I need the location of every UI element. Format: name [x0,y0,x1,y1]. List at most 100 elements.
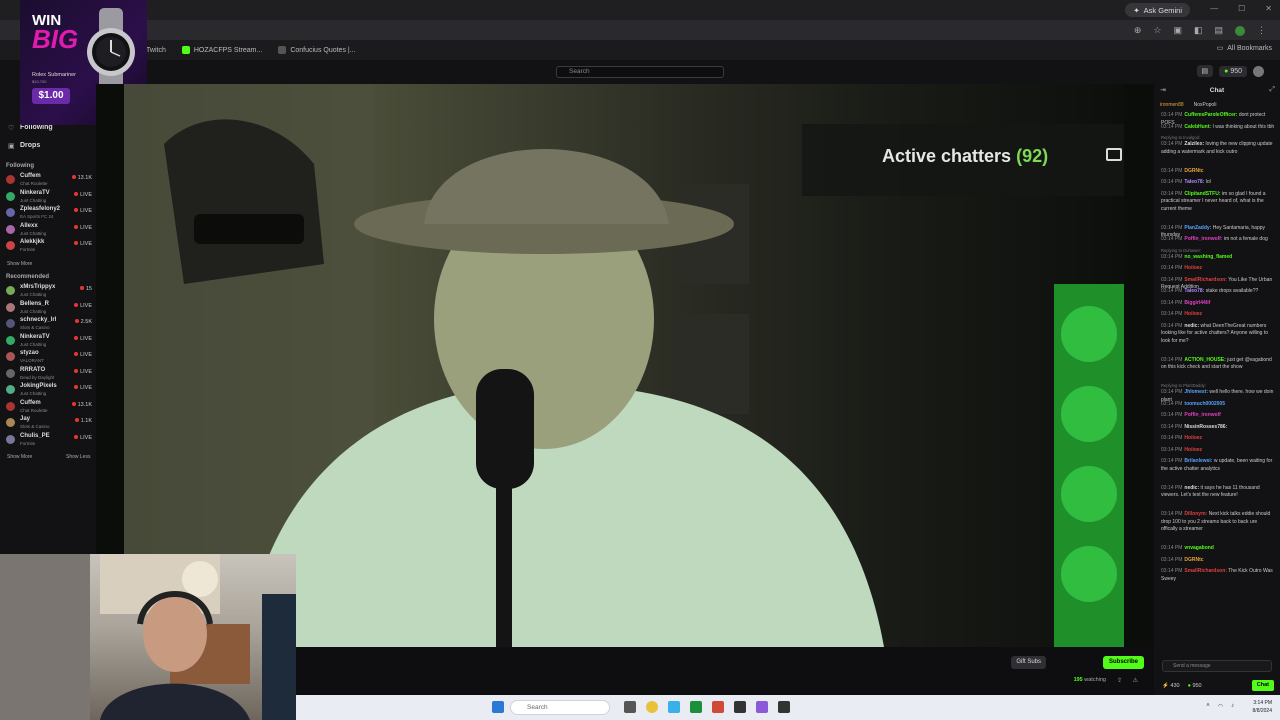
message-username[interactable]: Zalzilex: [1184,141,1204,147]
chrome-icon[interactable] [646,701,658,713]
channel-item[interactable]: NinkeraTV Just Chatting LIVE [6,334,92,350]
gift-subs-button[interactable]: Gift Subs [1011,656,1046,669]
message-username[interactable]: Biggirl44lif [1184,300,1210,306]
message-username[interactable]: Hoiioez [1184,447,1202,453]
share-icon[interactable]: ⇪ [1117,677,1122,684]
chat-message[interactable]: 03:14 PM Brilanlewsi: w update, been wait… [1161,458,1275,473]
chat-message[interactable]: 03:14 PM Poffin_ironwolf [1161,412,1275,420]
chat-input[interactable]: Send a message [1162,660,1272,672]
channel-item[interactable]: styzao VALORANT LIVE [6,350,92,366]
zoom-icon[interactable]: ⊕ [1134,25,1142,36]
chat-message[interactable]: 03:14 PM Biggirl44lif [1161,300,1275,308]
channel-item[interactable]: JokingPixels Just Chatting LIVE [6,383,92,399]
task-view-icon[interactable] [624,701,636,713]
chat-message[interactable]: 03:14 PM SmallRichardson: The Kick Outro … [1161,568,1275,583]
message-username[interactable]: nedic: [1184,323,1199,329]
chat-message[interactable]: 03:14 PM no_washing_flamed [1161,254,1275,262]
chat-message[interactable]: 03:14 PM ACTION_HOUSE: just get @vagabond… [1161,357,1275,372]
ask-gemini-button[interactable]: ✦ Ask Gemini [1125,3,1190,17]
bookmark-hozac[interactable]: HOZACFPS Stream... [181,46,262,54]
message-username[interactable]: CalebHunt: [1184,124,1211,130]
channel-item[interactable]: Chulis_PE Fortnite LIVE [6,433,92,449]
message-username[interactable]: DGRNtc [1184,168,1203,174]
bookmark-twitch[interactable]: Twitch [146,47,166,54]
warning-icon[interactable]: ⚠ [1133,677,1138,684]
close-icon[interactable]: ✕ [1265,4,1272,13]
chat-message[interactable]: 03:14 PM nedic: it says he has 11 thousan… [1161,485,1275,500]
points-badge[interactable]: ⚡ 430 [1162,683,1180,689]
chat-message[interactable]: 03:14 PM Dillonym: Next kick talks eddie … [1161,511,1275,534]
message-username[interactable]: vnvagabond [1184,545,1213,551]
message-username[interactable]: toomuch0002005 [1184,401,1225,407]
drops-link[interactable]: Drops [20,142,40,149]
app-icon-2[interactable] [712,701,724,713]
menu-icon[interactable]: ⋮ [1257,25,1266,36]
channel-item[interactable]: Cuffem Chat Roulette 13.1K [6,173,92,189]
message-username[interactable]: ACTION_HOUSE: [1184,357,1225,363]
channel-item[interactable]: Cuffem Chat Roulette 13.1K [6,400,92,416]
message-username[interactable]: NissinRosses786: [1184,424,1227,430]
pinned-user[interactable]: NoxPopoli [1194,102,1217,108]
volume-icon[interactable]: ♪ [1231,703,1234,710]
user-avatar[interactable] [1253,65,1264,77]
chat-send-button[interactable]: Chat [1251,680,1274,691]
channel-item[interactable]: RRRATO Dead by Daylight LIVE [6,367,92,383]
chat-message[interactable]: 03:14 PM vnvagabond [1161,545,1275,553]
chat-message[interactable]: 03:14 PM Hoiioez [1161,447,1275,455]
balance-badge[interactable]: ● 950 [1219,65,1247,77]
message-username[interactable]: Taleo78: [1184,288,1204,294]
channel-item[interactable]: Alekkjkk Fortnite LIVE [6,239,92,255]
channel-item[interactable]: Jay Slots & Casino 1.1K [6,416,92,432]
star-icon[interactable]: ☆ [1153,25,1161,36]
chat-message[interactable]: 03:14 PM Poffin_ironwolf: im not a female… [1161,236,1275,244]
chat-message[interactable]: 03:14 PM Zalzilex: loving the new clippin… [1161,141,1275,156]
message-username[interactable]: Hoiioez [1184,435,1202,441]
channel-item[interactable]: xMrsTrippyx Just Chatting 15 [6,284,92,300]
message-username[interactable]: Brilanlewsi: [1184,458,1212,464]
ad-price-button[interactable]: $1.00 [32,88,70,104]
channel-item[interactable]: Allexx Just Chatting LIVE [6,223,92,239]
chat-message[interactable]: 03:14 PM Hoiioez [1161,265,1275,273]
coins-badge[interactable]: ● 950 [1188,683,1202,689]
chat-message[interactable]: 03:14 PM nedic: what DeenTheGreat numbers… [1161,323,1275,346]
start-icon[interactable] [492,701,504,713]
message-username[interactable]: no_washing_flamed [1184,254,1232,260]
search-input[interactable]: Search [556,66,724,78]
message-username[interactable]: DGRNtc [1184,557,1203,563]
following-link[interactable]: Following [20,124,53,131]
message-username[interactable]: CuffemsParoleOfficer: [1184,112,1237,118]
message-username[interactable]: Poffin_ironwolf: [1184,236,1222,242]
channel-item[interactable]: Bellens_R Just Chatting LIVE [6,301,92,317]
minimize-icon[interactable]: — [1210,4,1218,13]
chevron-up-icon[interactable]: ˄ [1206,703,1210,710]
chat-message[interactable]: 03:14 PM Taleo78: stake drops available?? [1161,288,1275,296]
channel-item[interactable]: schnecky_lrl Slots & Casino 2.5K [6,317,92,333]
channel-item[interactable]: NinkeraTV Just Chatting LIVE [6,190,92,206]
subscribe-button[interactable]: Subscribe [1102,656,1144,669]
message-username[interactable]: Hoiioez [1184,311,1202,317]
message-username[interactable]: SmallRichardson: [1184,277,1227,283]
message-username[interactable]: SmallRichardson: [1184,568,1227,574]
pinned-user[interactable]: ironmen88 [1160,102,1184,108]
message-username[interactable]: nedic: [1184,485,1199,491]
chat-settings-icon[interactable]: ⤢ [1269,86,1275,94]
sidepanel-icon[interactable]: ▤ [1214,25,1223,36]
taskbar-clock[interactable]: 3:14 PM 8/8/2024 [1253,699,1272,715]
maximize-icon[interactable]: ☐ [1238,4,1245,13]
show-more-following[interactable]: Show More [7,261,32,267]
message-username[interactable]: Taleo78: [1184,179,1204,185]
chat-message[interactable]: 03:14 PM CalebHunt: I was thinking about … [1161,124,1275,132]
wifi-icon[interactable]: ◠ [1218,703,1223,710]
message-username[interactable]: PlanZaddy: [1184,225,1211,231]
all-bookmarks[interactable]: ▭ All Bookmarks [1217,44,1272,53]
chat-message[interactable]: 03:14 PM toomuch0002005 [1161,401,1275,409]
taskbar-search-input[interactable]: Search [510,700,610,715]
chat-message[interactable]: 03:14 PM DGRNtc [1161,557,1275,565]
library-icon[interactable]: ▤ [1196,65,1214,77]
chat-message[interactable]: 03:14 PM DGRNtc [1161,168,1275,176]
extension-icon-2[interactable]: ◧ [1194,25,1203,36]
app-icon-5[interactable] [778,701,790,713]
app-icon-3[interactable] [734,701,746,713]
chat-message[interactable]: 03:14 PM ClipitandSTFU: im so glad I foun… [1161,191,1275,214]
chat-message[interactable]: 03:14 PM Taleo78: lol [1161,179,1275,187]
